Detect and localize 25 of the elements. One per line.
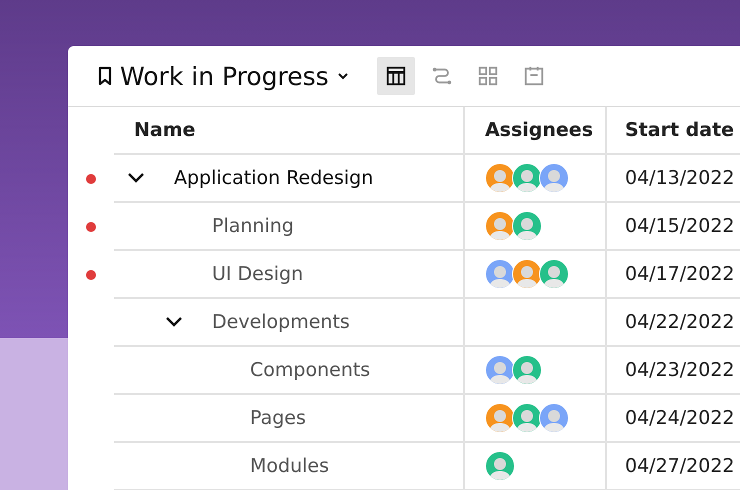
start-date-cell: 04/17/2022 (607, 251, 740, 299)
task-name: Components (250, 359, 370, 381)
bookmark-icon (98, 66, 112, 86)
grid-icon (476, 65, 499, 87)
task-name: Modules (250, 455, 329, 477)
task-name: UI Design (212, 263, 304, 285)
task-name: Developments (212, 311, 350, 333)
connector-icon (430, 65, 453, 87)
task-name: Planning (212, 215, 294, 237)
column-header: Assignees (465, 107, 607, 155)
task-name: Pages (250, 407, 306, 429)
column-header: Start date (607, 107, 740, 155)
start-date-cell: 04/13/2022 (607, 155, 740, 203)
column-header: Name (114, 107, 465, 155)
start-date-cell: 04/24/2022 (607, 395, 740, 443)
task-name: Application Redesign (174, 167, 374, 189)
view-title-dropdown[interactable]: Work in Progress (98, 62, 349, 90)
start-date-cell: 04/22/2022 (607, 299, 740, 347)
caret-icon (336, 72, 349, 80)
start-date-cell: 04/27/2022 (607, 443, 740, 490)
start-date-cell: 04/15/2022 (607, 203, 740, 251)
calendar-icon (522, 65, 545, 87)
table-icon (384, 65, 407, 87)
table-view-button[interactable] (376, 57, 415, 95)
start-date-cell: 04/23/2022 (607, 347, 740, 395)
